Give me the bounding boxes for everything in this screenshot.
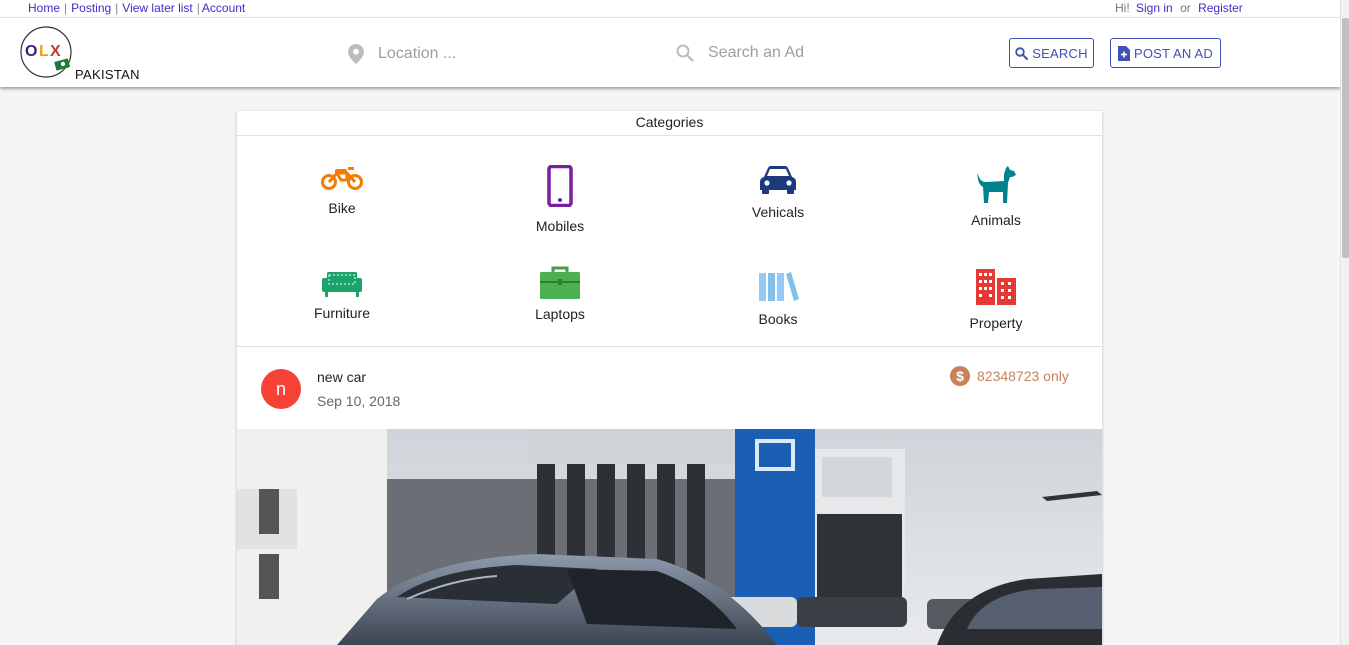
search-button-label: SEARCH	[1032, 45, 1088, 61]
dollar-icon: $	[950, 366, 970, 386]
category-property[interactable]: Property	[936, 268, 1056, 331]
motorcycle-icon	[321, 167, 363, 190]
category-books[interactable]: Books	[718, 270, 838, 327]
category-label: Animals	[971, 212, 1021, 228]
categories-title: Categories	[237, 111, 1102, 136]
svg-text:L: L	[39, 43, 49, 60]
separator: |	[115, 1, 119, 15]
sofa-icon	[322, 272, 362, 297]
category-bike[interactable]: Bike	[282, 165, 402, 216]
location-input[interactable]: Location ...	[348, 44, 456, 64]
register-link[interactable]: Register	[1198, 1, 1243, 15]
olx-logo[interactable]: O L X	[19, 26, 75, 78]
auth-links: Hi! Sign in or Register	[1115, 1, 1243, 15]
books-icon	[759, 272, 799, 301]
category-label: Vehicals	[751, 204, 805, 220]
ad-title[interactable]: new car	[317, 369, 366, 385]
post-ad-button-label: POST AN AD	[1133, 45, 1214, 61]
ad-price: $ 82348723 only	[950, 366, 1069, 386]
phone-icon	[547, 164, 573, 208]
svg-text:$: $	[956, 368, 964, 384]
category-mobiles[interactable]: Mobiles	[500, 164, 620, 234]
car-icon	[760, 166, 796, 194]
ad-date: Sep 10, 2018	[317, 393, 401, 409]
price-text: 82348723 only	[977, 368, 1069, 384]
category-label: Furniture	[313, 305, 371, 321]
svg-text:X: X	[50, 43, 61, 60]
category-furniture[interactable]: Furniture	[282, 270, 402, 321]
search-button[interactable]: SEARCH	[1009, 38, 1094, 68]
header: O L X PAKISTAN Location ... Search an Ad…	[0, 17, 1340, 87]
search-icon	[1015, 46, 1029, 60]
page-scrollbar[interactable]	[1340, 0, 1349, 645]
svg-text:O: O	[25, 43, 37, 60]
category-animals[interactable]: Animals	[936, 165, 1056, 228]
search-input[interactable]: Search an Ad	[676, 44, 804, 62]
search-icon	[676, 44, 694, 62]
briefcase-icon	[540, 266, 580, 299]
main-card: Categories Bike Mobiles Vehicals Animals…	[237, 111, 1102, 645]
avatar: n	[261, 369, 301, 409]
country-label: PAKISTAN	[75, 67, 140, 82]
view-later-link[interactable]: View later list	[122, 1, 192, 15]
top-links-bar: Home | Posting | View later list | Account Hi!…	[0, 0, 1340, 17]
top-nav: Home | Posting | View later list | Account	[28, 1, 245, 15]
or-text: or	[1180, 1, 1191, 15]
greeting-text: Hi!	[1115, 1, 1130, 15]
category-vehicals[interactable]: Vehicals	[718, 165, 838, 220]
category-laptops[interactable]: Laptops	[500, 266, 620, 322]
category-label: Books	[758, 311, 798, 327]
account-link[interactable]: Account	[202, 1, 245, 15]
add-document-icon	[1117, 45, 1130, 61]
category-label: Laptops	[535, 306, 585, 322]
category-label: Mobiles	[535, 218, 585, 234]
location-placeholder: Location ...	[378, 45, 457, 62]
separator: |	[64, 1, 68, 15]
search-placeholder: Search an Ad	[708, 44, 805, 61]
posting-link[interactable]: Posting	[71, 1, 111, 15]
separator: |	[196, 1, 200, 15]
scrollbar-thumb[interactable]	[1342, 18, 1349, 258]
category-label: Bike	[328, 200, 356, 216]
divider	[237, 346, 1102, 347]
building-icon	[976, 269, 1016, 305]
category-label: Property	[969, 315, 1023, 331]
post-ad-button[interactable]: POST AN AD	[1110, 38, 1221, 68]
ad-photo[interactable]	[237, 429, 1102, 645]
location-pin-icon	[348, 44, 364, 64]
home-link[interactable]: Home	[28, 1, 60, 15]
dog-icon	[977, 166, 1016, 203]
sign-in-link[interactable]: Sign in	[1136, 1, 1173, 15]
